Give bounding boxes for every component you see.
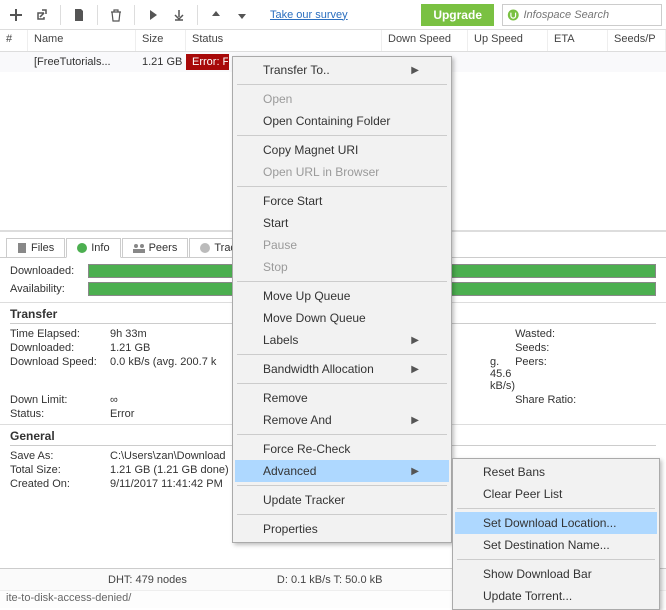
menu-labels[interactable]: Labels▶ bbox=[235, 329, 449, 351]
utorrent-icon bbox=[507, 8, 519, 22]
submenu-update-torrent[interactable]: Update Torrent... bbox=[455, 585, 657, 607]
menu-remove[interactable]: Remove bbox=[235, 387, 449, 409]
info-icon bbox=[77, 243, 87, 253]
col-up[interactable]: Up Speed bbox=[468, 30, 548, 51]
menu-bandwidth[interactable]: Bandwidth Allocation▶ bbox=[235, 358, 449, 380]
menu-force-start[interactable]: Force Start bbox=[235, 190, 449, 212]
add-url-button[interactable] bbox=[30, 3, 54, 27]
menu-update-tracker[interactable]: Update Tracker bbox=[235, 489, 449, 511]
menu-pause: Pause bbox=[235, 234, 449, 256]
menu-move-down[interactable]: Move Down Queue bbox=[235, 307, 449, 329]
col-num[interactable]: # bbox=[0, 30, 28, 51]
search-input[interactable] bbox=[523, 9, 657, 21]
tab-info[interactable]: Info bbox=[66, 238, 120, 258]
torrent-columns: # Name Size Status Down Speed Up Speed E… bbox=[0, 30, 666, 52]
submenu-set-destination[interactable]: Set Destination Name... bbox=[455, 534, 657, 556]
share-label: Share Ratio: bbox=[515, 394, 615, 406]
menu-copy-magnet[interactable]: Copy Magnet URI bbox=[235, 139, 449, 161]
col-status[interactable]: Status bbox=[186, 30, 382, 51]
menu-open-folder[interactable]: Open Containing Folder bbox=[235, 110, 449, 132]
downloaded-label: Downloaded: bbox=[10, 265, 82, 277]
create-torrent-button[interactable] bbox=[67, 3, 91, 27]
total-l: Total Size: bbox=[10, 464, 110, 476]
menu-open-url: Open URL in Browser bbox=[235, 161, 449, 183]
time-elapsed-label: Time Elapsed: bbox=[10, 328, 110, 340]
peers-icon bbox=[133, 243, 145, 253]
menu-remove-and[interactable]: Remove And▶ bbox=[235, 409, 449, 431]
downloaded-l: Downloaded: bbox=[10, 342, 110, 354]
menu-stop: Stop bbox=[235, 256, 449, 278]
created-l: Created On: bbox=[10, 478, 110, 490]
status-l: Status: bbox=[10, 408, 110, 420]
menu-open: Open bbox=[235, 88, 449, 110]
survey-link[interactable]: Take our survey bbox=[270, 9, 348, 21]
col-name[interactable]: Name bbox=[28, 30, 136, 51]
menu-move-up[interactable]: Move Up Queue bbox=[235, 285, 449, 307]
menu-transfer-to[interactable]: Transfer To..▶ bbox=[235, 59, 449, 81]
files-icon bbox=[17, 243, 27, 253]
dht-status: DHT: 479 nodes bbox=[108, 574, 187, 586]
submenu-reset-bans[interactable]: Reset Bans bbox=[455, 461, 657, 483]
start-button[interactable] bbox=[141, 3, 165, 27]
submenu-clear-peer[interactable]: Clear Peer List bbox=[455, 483, 657, 505]
advanced-submenu: Reset Bans Clear Peer List Set Download … bbox=[452, 458, 660, 610]
menu-force-recheck[interactable]: Force Re-Check bbox=[235, 438, 449, 460]
net-status: D: 0.1 kB/s T: 50.0 kB bbox=[277, 574, 383, 586]
col-size[interactable]: Size bbox=[136, 30, 186, 51]
menu-properties[interactable]: Properties bbox=[235, 518, 449, 540]
saveas-l: Save As: bbox=[10, 450, 110, 462]
tab-peers[interactable]: Peers bbox=[122, 238, 189, 257]
footer-left: ite-to-disk-access-denied/ bbox=[6, 592, 131, 607]
peers-label: Peers: bbox=[515, 356, 615, 392]
torrent-context-menu: Transfer To..▶ Open Open Containing Fold… bbox=[232, 56, 452, 543]
submenu-set-download-location[interactable]: Set Download Location... bbox=[455, 512, 657, 534]
dlspeed-l: Download Speed: bbox=[10, 356, 110, 392]
trackers-icon bbox=[200, 243, 210, 253]
submenu-show-download-bar[interactable]: Show Download Bar bbox=[455, 563, 657, 585]
col-seeds[interactable]: Seeds/P bbox=[608, 30, 666, 51]
main-toolbar: Take our survey Upgrade bbox=[0, 0, 666, 30]
torrent-size: 1.21 GB bbox=[136, 54, 186, 70]
search-box[interactable] bbox=[502, 4, 662, 26]
torrent-name: [FreeTutorials... bbox=[28, 54, 136, 70]
col-down[interactable]: Down Speed bbox=[382, 30, 468, 51]
remove-button[interactable] bbox=[104, 3, 128, 27]
seeds-label: Seeds: bbox=[515, 342, 615, 354]
availability-label: Availability: bbox=[10, 283, 82, 295]
torrent-status-error: Error: F bbox=[186, 54, 229, 70]
downlimit-l: Down Limit: bbox=[10, 394, 110, 406]
move-down-button[interactable] bbox=[230, 3, 254, 27]
upgrade-button[interactable]: Upgrade bbox=[421, 4, 494, 26]
wasted-label: Wasted: bbox=[515, 328, 615, 340]
tab-files[interactable]: Files bbox=[6, 238, 65, 257]
menu-advanced[interactable]: Advanced▶ bbox=[235, 460, 449, 482]
add-torrent-button[interactable] bbox=[4, 3, 28, 27]
col-eta[interactable]: ETA bbox=[548, 30, 608, 51]
menu-start[interactable]: Start bbox=[235, 212, 449, 234]
move-up-button[interactable] bbox=[204, 3, 228, 27]
stop-button[interactable] bbox=[167, 3, 191, 27]
